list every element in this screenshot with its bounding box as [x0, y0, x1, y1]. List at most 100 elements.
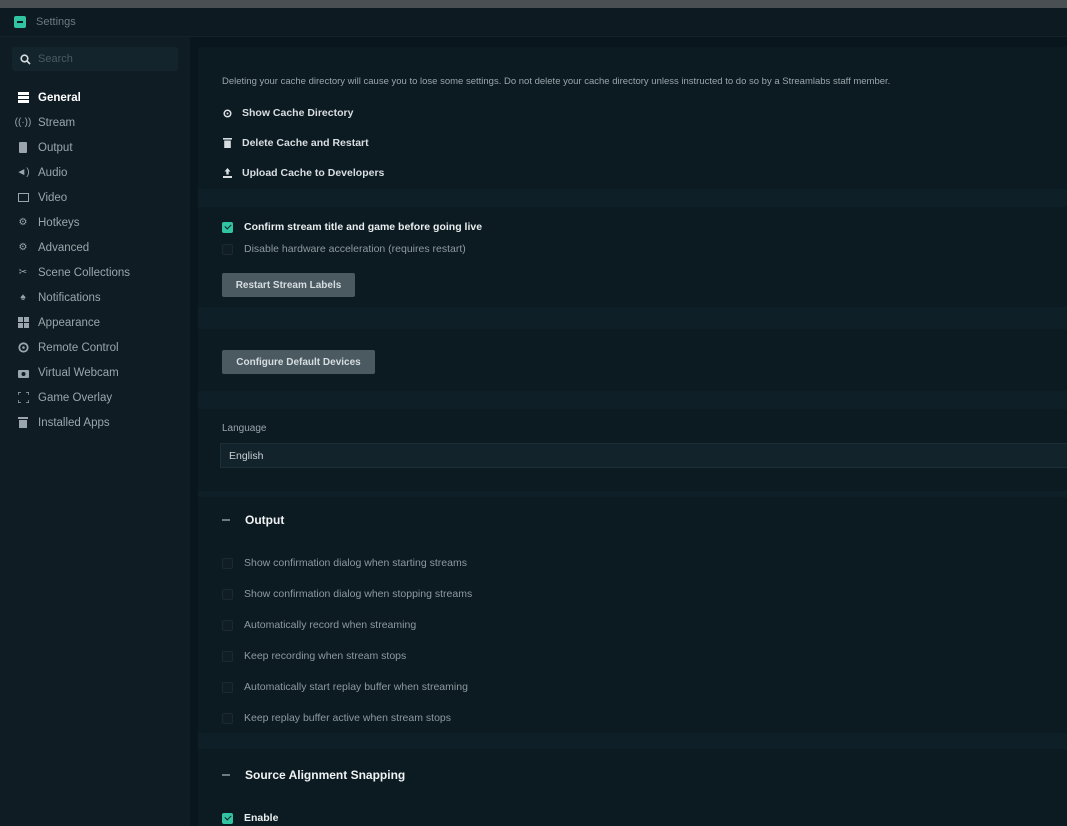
stream-icon: ((·)): [14, 117, 32, 128]
notifications-icon: ♠: [20, 292, 26, 303]
output-option-row[interactable]: Show confirmation dialog when stopping s…: [222, 588, 472, 600]
game-overlay-icon: [17, 392, 29, 404]
appearance-icon: [17, 317, 29, 329]
sidebar-item-label: Game Overlay: [38, 391, 113, 404]
title-bar: Settings: [0, 8, 1067, 37]
section-divider: [198, 391, 1067, 409]
snapping-header-label: Source Alignment Snapping: [245, 768, 406, 782]
option-checkbox[interactable]: [222, 681, 233, 693]
option-label: Automatically record when streaming: [244, 619, 417, 631]
snapping-enable-option[interactable]: Enable: [222, 812, 278, 824]
snapping-section: Source Alignment Snapping Enable: [198, 749, 1067, 826]
disable-hw-accel-option[interactable]: Disable hardware acceleration (requires …: [222, 243, 466, 255]
cache-section: Deleting your cache directory will cause…: [198, 47, 1067, 189]
sidebar-item-video[interactable]: Video: [0, 185, 190, 210]
sidebar-item-label: Video: [38, 191, 68, 204]
sidebar-item-label: Remote Control: [38, 341, 119, 354]
option-label: Keep recording when stream stops: [244, 650, 407, 662]
option-checkbox[interactable]: [222, 557, 233, 569]
output-header-label: Output: [245, 513, 285, 527]
option-checkbox[interactable]: [222, 650, 233, 662]
trash-icon: [222, 138, 232, 148]
output-option-row[interactable]: Automatically record when streaming: [222, 619, 416, 631]
sidebar-item-hotkeys[interactable]: ⚙ Hotkeys: [0, 210, 190, 235]
sidebar-item-stream[interactable]: ((·)) Stream: [0, 110, 190, 135]
option-checkbox[interactable]: [222, 619, 233, 631]
collapse-icon: [222, 774, 230, 776]
sidebar-item-label: Output: [38, 141, 73, 154]
search-icon: [18, 52, 32, 66]
sidebar-item-notifications[interactable]: ♠ Notifications: [0, 285, 190, 310]
option-checkbox[interactable]: [222, 588, 233, 600]
option-label: Show confirmation dialog when stopping s…: [244, 588, 473, 600]
option-label: Show confirmation dialog when starting s…: [244, 557, 467, 569]
general-options-section: Confirm stream title and game before goi…: [198, 207, 1067, 307]
sidebar-item-remote-control[interactable]: Remote Control: [0, 335, 190, 360]
devices-section: Configure Default Devices: [198, 329, 1067, 391]
sidebar-item-label: Advanced: [38, 241, 90, 254]
output-option-row[interactable]: Keep recording when stream stops: [222, 650, 406, 662]
sidebar-item-label: Audio: [38, 166, 68, 179]
sidebar-item-general[interactable]: General: [0, 85, 190, 110]
output-option-row[interactable]: Automatically start replay buffer when s…: [222, 681, 468, 693]
window-title: Settings: [36, 16, 76, 28]
collapse-icon: [222, 519, 230, 521]
option-label: Keep replay buffer active when stream st…: [244, 712, 452, 724]
language-select[interactable]: English: [220, 443, 1067, 468]
sidebar-item-virtual-webcam[interactable]: Virtual Webcam: [0, 360, 190, 385]
sidebar-item-label: Scene Collections: [38, 266, 131, 279]
configure-default-devices-button[interactable]: Configure Default Devices: [222, 350, 375, 374]
output-section: Output Show confirmation dialog when sta…: [198, 497, 1067, 733]
sidebar-item-scene-collections[interactable]: ✂ Scene Collections: [0, 260, 190, 285]
settings-content: Deleting your cache directory will cause…: [190, 37, 1067, 826]
upload-cache-link[interactable]: Upload Cache to Developers: [222, 167, 384, 179]
sidebar-item-label: Installed Apps: [38, 416, 110, 429]
snapping-enable-label: Enable: [244, 812, 279, 824]
sidebar-item-output[interactable]: Output: [0, 135, 190, 160]
language-label: Language: [222, 423, 267, 434]
section-divider: [198, 307, 1067, 329]
snapping-enable-checkbox[interactable]: [222, 812, 233, 824]
option-label: Automatically start replay buffer when s…: [244, 681, 468, 693]
option-checkbox[interactable]: [222, 712, 233, 724]
general-icon: [17, 92, 29, 104]
delete-cache-label: Delete Cache and Restart: [242, 137, 369, 149]
disable-hw-accel-label: Disable hardware acceleration (requires …: [244, 243, 466, 255]
confirm-title-option[interactable]: Confirm stream title and game before goi…: [222, 221, 482, 233]
sidebar-item-appearance[interactable]: Appearance: [0, 310, 190, 335]
sidebar: General ((·)) Stream Output ◄) Audio Vid…: [0, 37, 190, 826]
cache-warning-text: Deleting your cache directory will cause…: [222, 76, 891, 87]
sidebar-item-advanced[interactable]: ⚙ Advanced: [0, 235, 190, 260]
output-option-row[interactable]: Show confirmation dialog when starting s…: [222, 557, 467, 569]
delete-cache-link[interactable]: Delete Cache and Restart: [222, 137, 369, 149]
output-icon: [17, 142, 29, 154]
sidebar-item-label: Appearance: [38, 316, 101, 329]
advanced-icon: ⚙: [18, 242, 28, 253]
confirm-title-checkbox[interactable]: [222, 221, 233, 233]
search-box[interactable]: [12, 47, 178, 71]
sidebar-item-label: Virtual Webcam: [38, 366, 119, 379]
output-option-row[interactable]: Keep replay buffer active when stream st…: [222, 712, 451, 724]
restart-stream-labels-button[interactable]: Restart Stream Labels: [222, 273, 355, 297]
sidebar-item-game-overlay[interactable]: Game Overlay: [0, 385, 190, 410]
hotkeys-icon: ⚙: [18, 217, 28, 228]
sidebar-item-label: Notifications: [38, 291, 101, 304]
audio-icon: ◄): [16, 167, 30, 178]
video-icon: [17, 192, 29, 204]
search-input[interactable]: [36, 52, 170, 66]
sidebar-item-audio[interactable]: ◄) Audio: [0, 160, 190, 185]
show-cache-directory-link[interactable]: Show Cache Directory: [222, 107, 353, 119]
disable-hw-accel-checkbox[interactable]: [222, 243, 233, 255]
sidebar-item-label: Hotkeys: [38, 216, 80, 229]
output-group-header[interactable]: Output: [222, 513, 284, 527]
webcam-icon: [17, 367, 29, 379]
confirm-title-label: Confirm stream title and game before goi…: [244, 221, 483, 233]
section-divider: [198, 189, 1067, 207]
scene-collections-icon: ✂: [18, 267, 28, 278]
sidebar-item-installed-apps[interactable]: Installed Apps: [0, 410, 190, 435]
snapping-group-header[interactable]: Source Alignment Snapping: [222, 768, 405, 782]
installed-apps-icon: [17, 417, 29, 429]
window-top-strip: [0, 0, 1067, 8]
show-cache-label: Show Cache Directory: [242, 107, 354, 119]
sidebar-item-label: General: [38, 91, 81, 104]
